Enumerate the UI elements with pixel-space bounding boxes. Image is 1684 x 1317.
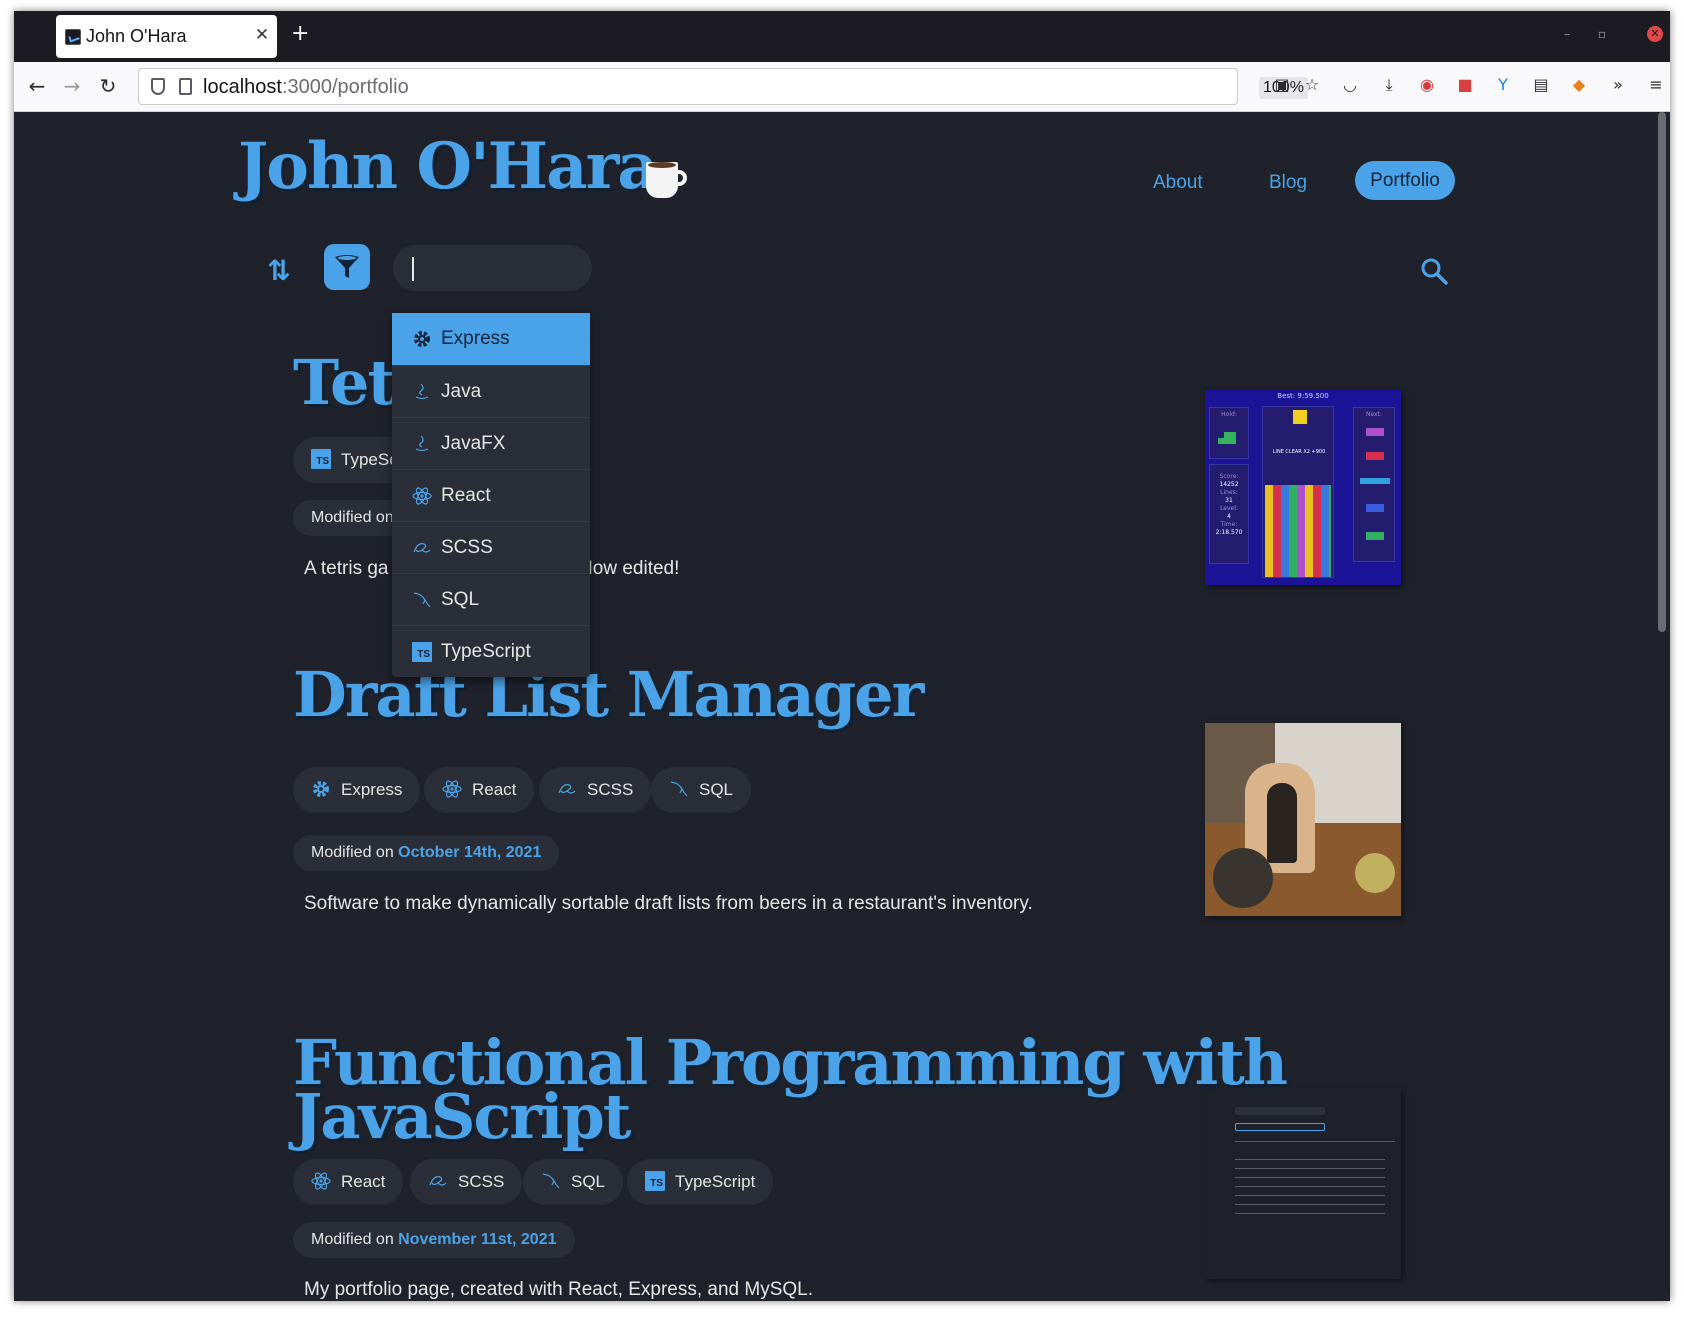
tracking-shield-icon[interactable]	[151, 78, 165, 95]
tag-chip-sql[interactable]: SQL	[523, 1159, 624, 1205]
tag-chip-react[interactable]: React	[293, 1159, 404, 1205]
tag-chip-sql[interactable]: SQL	[651, 767, 752, 813]
nav-about[interactable]: About	[1153, 172, 1203, 194]
tetris-board: LINE CLEAR X2 +900	[1262, 406, 1334, 578]
tag-chip-react[interactable]: React	[424, 767, 535, 813]
game-extension-icon[interactable]: ■	[1455, 75, 1475, 95]
mysql-dolphin-icon	[542, 1173, 560, 1189]
container-extension-icon[interactable]: ▤	[1531, 75, 1551, 95]
typescript-icon: TS	[645, 1171, 665, 1192]
react-icon	[442, 780, 462, 798]
downloads-icon[interactable]: ⤓	[1379, 75, 1399, 95]
bookmark-star-icon[interactable]: ☆	[1302, 75, 1322, 95]
tab-title: John O'Hara	[86, 26, 187, 46]
navigation-toolbar: ← → ↻ localhost:3000/portfolio 100% ▣ ☆ …	[14, 62, 1670, 112]
sass-icon	[413, 543, 431, 553]
minimize-icon[interactable]: –	[1559, 26, 1575, 42]
sort-toggle-icon[interactable]: ⇅	[264, 254, 294, 288]
option-react[interactable]: React	[392, 469, 590, 521]
mock-input-focused	[1235, 1123, 1325, 1131]
nav-blog[interactable]: Blog	[1269, 172, 1307, 194]
restore-icon[interactable]: ▫	[1594, 26, 1610, 42]
option-java[interactable]: Java	[392, 365, 590, 417]
modified-date: Modified on November 11st, 2021	[293, 1222, 575, 1258]
stats-panel: Score: 14252 Lines: 31 Level: 4 Time: 2:…	[1209, 464, 1249, 564]
text-caret	[412, 257, 414, 281]
typescript-icon: TS	[311, 449, 331, 470]
browser-tab[interactable]: John O'Hara ✕	[56, 15, 277, 58]
tag-chip-scss[interactable]: SCSS	[539, 767, 652, 813]
nav-portfolio[interactable]: Portfolio	[1355, 161, 1455, 200]
tab-bar: John O'Hara ✕ + – ▫ ✕	[14, 11, 1670, 62]
mock-input	[1235, 1107, 1325, 1115]
page-scrollbar[interactable]	[1658, 112, 1666, 632]
modified-date: Modified on October 14th, 2021	[293, 835, 560, 871]
tetris-stack	[1265, 485, 1331, 577]
java-icon	[415, 435, 429, 452]
tetris-screenshot[interactable]: Best: 9:59.500 Hold: Score: 14252 Lines:…	[1205, 390, 1401, 585]
java-icon	[415, 383, 429, 400]
coffee-cup-icon	[646, 156, 687, 200]
react-icon	[412, 487, 432, 505]
mysql-dolphin-icon	[670, 781, 688, 797]
site-title[interactable]: John O'Hara	[238, 129, 659, 204]
option-express[interactable]: Express	[392, 313, 590, 365]
page-info-icon[interactable]	[179, 78, 192, 95]
option-sql[interactable]: SQL	[392, 573, 590, 625]
browser-window: John O'Hara ✕ + – ▫ ✕ ← → ↻ localhost:30…	[14, 11, 1670, 1301]
reload-icon[interactable]: ↻	[96, 74, 120, 98]
gear-icon	[313, 781, 329, 798]
reader-view-icon[interactable]: ▣	[1272, 75, 1292, 95]
hold-panel: Hold:	[1209, 407, 1249, 459]
site-favicon-icon	[65, 29, 81, 45]
option-scss[interactable]: SCSS	[392, 521, 590, 573]
project-description: Software to make dynamically sortable dr…	[304, 893, 1033, 914]
sass-icon	[558, 784, 576, 794]
project-description: My portfolio page, created with React, E…	[304, 1279, 814, 1300]
vpn-extension-icon[interactable]: Y	[1493, 75, 1513, 95]
option-javafx[interactable]: JavaFX	[392, 417, 590, 469]
tag-chip-express[interactable]: Express	[293, 767, 421, 813]
portfolio-screenshot[interactable]	[1205, 1089, 1401, 1279]
mysql-dolphin-icon	[413, 592, 431, 608]
address-bar[interactable]: localhost:3000/portfolio 100%	[138, 68, 1308, 105]
option-typescript[interactable]: TS TypeScript	[392, 625, 590, 677]
funnel-icon	[335, 255, 359, 278]
photo-otter	[1213, 848, 1273, 908]
close-tab-icon[interactable]: ✕	[254, 25, 270, 45]
menu-icon[interactable]: ≡	[1646, 75, 1666, 95]
photo-figure	[1267, 783, 1297, 863]
gear-icon	[414, 331, 430, 347]
more-tools-icon[interactable]: »	[1608, 75, 1628, 95]
window-close-icon[interactable]: ✕	[1647, 26, 1663, 42]
mock-divider	[1235, 1141, 1395, 1142]
back-icon[interactable]: ←	[25, 74, 49, 98]
tag-search-input[interactable]	[393, 245, 592, 291]
mock-table	[1235, 1159, 1385, 1219]
project-title[interactable]: Functional Programming with JavaScript	[293, 1032, 1288, 1148]
photo-pins	[1355, 853, 1395, 893]
draft-list-photo[interactable]	[1205, 723, 1401, 916]
next-panel: Next:	[1353, 407, 1395, 562]
tag-filter-dropdown[interactable]: Express Java JavaFX React SCSS SQL TS Ty…	[392, 313, 590, 677]
project-title[interactable]: Draft List Manager	[293, 664, 924, 726]
pocket-icon[interactable]: ◡	[1340, 75, 1360, 95]
screenshot-extension-icon[interactable]: ◉	[1417, 75, 1437, 95]
react-icon	[311, 1172, 331, 1190]
tag-chip-scss[interactable]: SCSS	[410, 1159, 523, 1205]
metamask-extension-icon[interactable]: ◆	[1569, 75, 1589, 95]
new-tab-button[interactable]: +	[291, 21, 309, 46]
filter-button[interactable]	[324, 244, 370, 290]
search-icon[interactable]	[1419, 256, 1449, 286]
typescript-icon: TS	[412, 642, 432, 662]
forward-icon[interactable]: →	[60, 74, 84, 98]
sass-icon	[429, 1176, 447, 1186]
url-text[interactable]: localhost:3000/portfolio	[203, 76, 409, 99]
tag-chip-typescript[interactable]: TS TypeScript	[627, 1159, 774, 1205]
